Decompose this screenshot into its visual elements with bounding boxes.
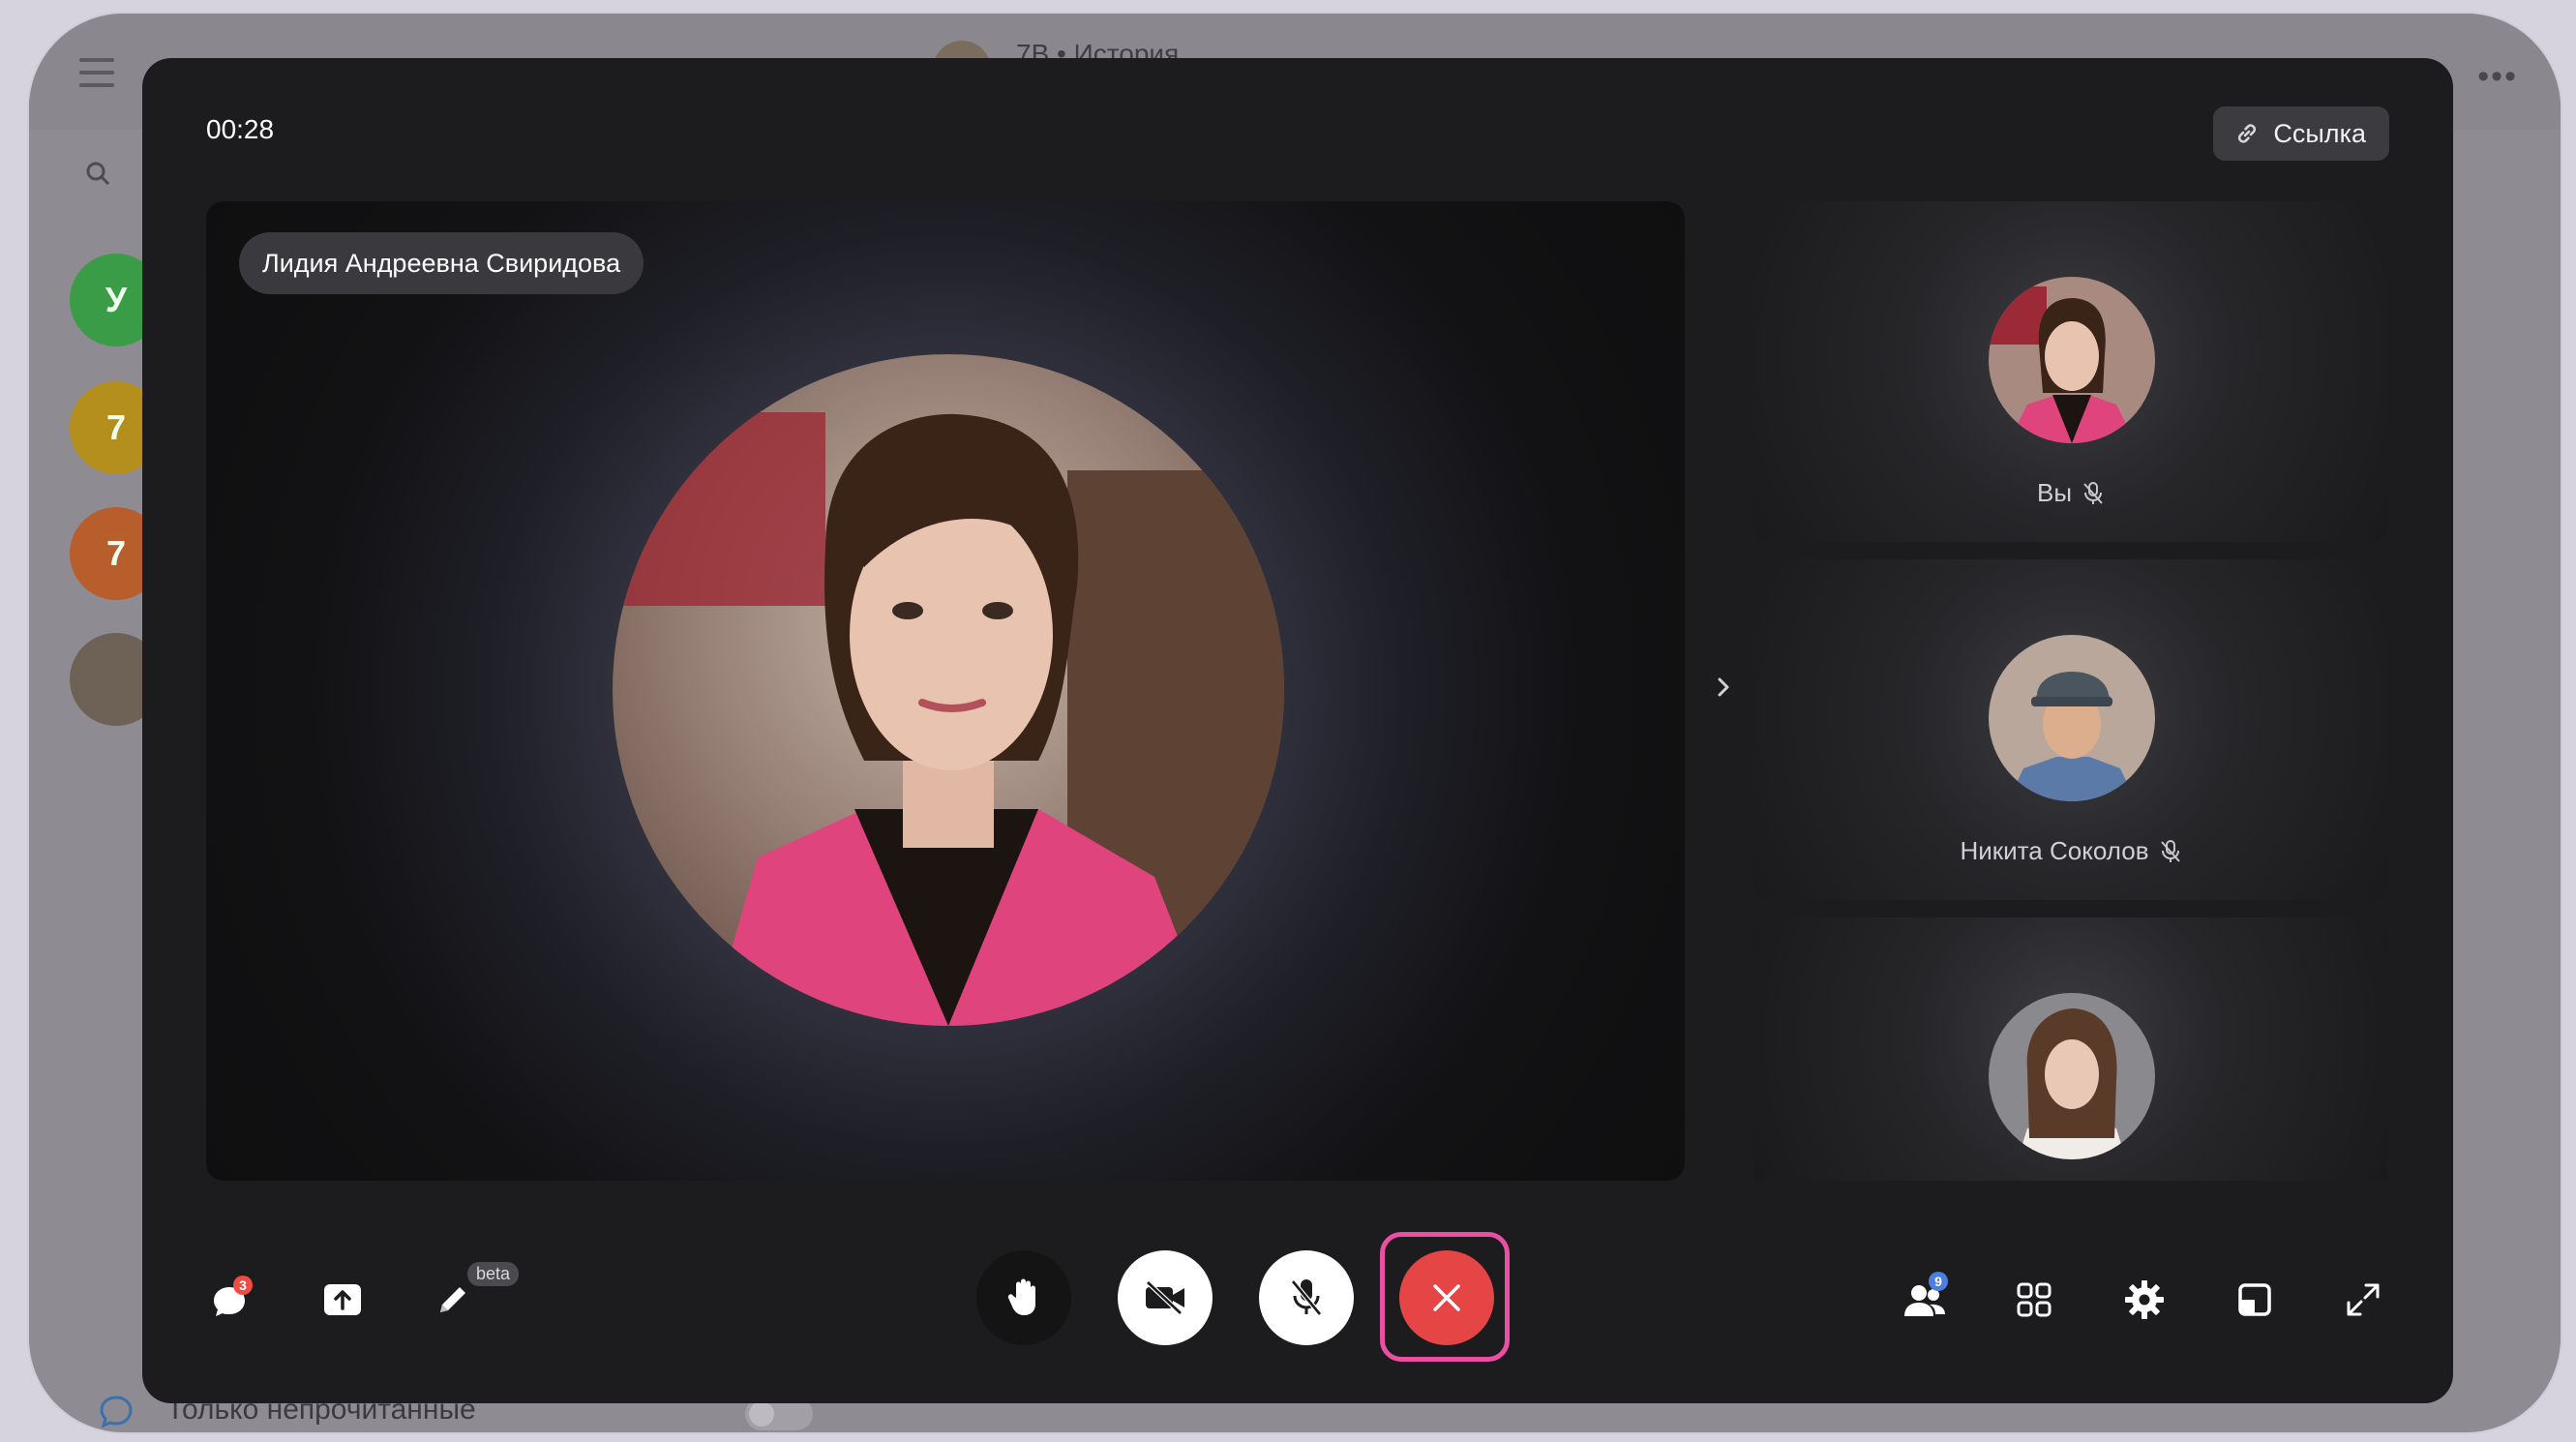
microphone-toggle-button[interactable]	[1259, 1250, 1354, 1345]
participant-label: Никита Соколов	[1754, 836, 2387, 866]
participant-avatar	[1989, 635, 2155, 801]
pen-icon	[440, 1287, 465, 1312]
grid-icon	[2017, 1282, 2052, 1317]
layout-icon	[2238, 1283, 2271, 1316]
mic-muted-icon	[2083, 481, 2103, 504]
participant-avatar	[1989, 277, 2155, 443]
participant-name: Вы	[2036, 478, 2073, 507]
end-call-icon	[1433, 1284, 1460, 1311]
raise-hand-icon	[1007, 1278, 1035, 1315]
camera-toggle-button[interactable]	[1118, 1250, 1213, 1345]
camera-off-icon	[1146, 1280, 1184, 1315]
fullscreen-icon	[2347, 1283, 2380, 1316]
call-timer: 00:28	[206, 114, 275, 144]
draw-button[interactable]: beta	[429, 1262, 520, 1324]
raise-hand-button[interactable]	[976, 1250, 1071, 1345]
fullscreen-button[interactable]	[2339, 1276, 2387, 1324]
menu-icon	[79, 58, 114, 87]
end-call-button[interactable]	[1399, 1250, 1494, 1345]
settings-icon	[2125, 1280, 2164, 1319]
grid-view-button[interactable]	[2010, 1276, 2058, 1324]
participants-badge: 9	[1929, 1272, 1948, 1291]
beta-badge: beta	[467, 1262, 520, 1286]
search-icon	[86, 162, 110, 186]
more-icon: •••	[2477, 58, 2518, 95]
share-screen-button[interactable]	[318, 1276, 367, 1324]
copy-link-button[interactable]: Ссылка	[2213, 106, 2389, 161]
speaker-avatar	[613, 354, 1284, 1026]
participant-name: Никита Соколов	[1960, 836, 2149, 865]
call-window: 00:28 Ссылка Лидия Андреевна Свиридова В…	[142, 58, 2453, 1403]
link-icon	[2238, 124, 2257, 143]
share-screen-icon	[324, 1284, 361, 1315]
main-speaker-tile[interactable]: Лидия Андреевна Свиридова	[206, 201, 1685, 1181]
layout-button[interactable]	[2231, 1276, 2279, 1324]
chat-bubble-icon	[100, 1396, 133, 1428]
participant-label: Вы	[1754, 478, 2387, 508]
chat-badge: 3	[233, 1276, 253, 1295]
participant-tile[interactable]	[1754, 917, 2387, 1181]
participant-tile[interactable]: Вы	[1754, 201, 2387, 542]
mic-muted-icon	[2160, 839, 2180, 862]
copy-link-label: Ссылка	[2273, 118, 2366, 148]
mic-off-icon	[1291, 1279, 1322, 1316]
participant-tile[interactable]: Никита Соколов	[1754, 559, 2387, 900]
speaker-name-badge: Лидия Андреевна Свиридова	[239, 232, 644, 294]
participants-button[interactable]: 9	[1898, 1272, 1952, 1328]
participant-avatar	[1989, 993, 2155, 1159]
chevron-right-icon[interactable]	[1704, 668, 1743, 706]
chat-button[interactable]: 3	[202, 1274, 256, 1328]
settings-button[interactable]	[2120, 1276, 2169, 1324]
